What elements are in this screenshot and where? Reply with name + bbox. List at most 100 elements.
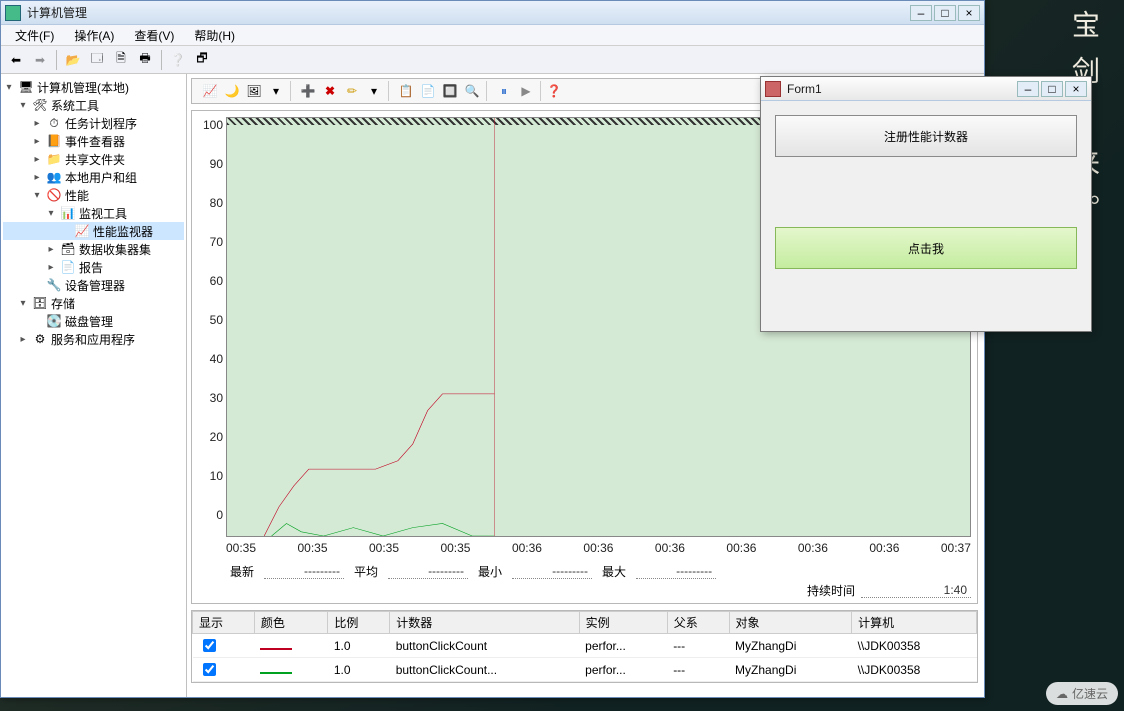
- col-color[interactable]: 颜色: [254, 612, 328, 634]
- menu-action[interactable]: 操作(A): [64, 25, 124, 46]
- expander-icon[interactable]: ▾: [17, 100, 29, 111]
- show-checkbox[interactable]: [203, 639, 216, 652]
- tree-root[interactable]: ▾ 🖥 计算机管理(本地): [3, 78, 184, 96]
- back-button[interactable]: ⬅: [5, 49, 27, 71]
- counter-row[interactable]: 1.0 buttonClickCount perfor... --- MyZha…: [193, 634, 977, 658]
- col-parent[interactable]: 父系: [667, 612, 729, 634]
- max-label: 最大: [598, 563, 630, 580]
- click-me-button[interactable]: 点击我: [775, 227, 1077, 269]
- expander-icon[interactable]: ▾: [17, 298, 29, 309]
- tree-icon: 📁: [46, 151, 62, 167]
- tree-item[interactable]: ▾🛠系统工具: [3, 96, 184, 114]
- computer-icon: 🖥: [18, 79, 34, 95]
- show-hide-tree-button[interactable]: 🗔: [86, 49, 108, 71]
- tree-label: 服务和应用程序: [51, 331, 135, 348]
- tree-item[interactable]: 💽磁盘管理: [3, 312, 184, 330]
- highlight-button[interactable]: ✏: [342, 81, 362, 101]
- tree-label: 性能: [65, 187, 89, 204]
- col-show[interactable]: 显示: [193, 612, 255, 634]
- copy-button[interactable]: 📋: [396, 81, 416, 101]
- x-tick: 00:35: [297, 541, 327, 555]
- expander-icon[interactable]: ▸: [31, 136, 43, 147]
- tree-label: 磁盘管理: [65, 313, 113, 330]
- update-button[interactable]: ▶: [516, 81, 536, 101]
- counter-list[interactable]: 显示 颜色 比例 计数器 实例 父系 对象 计算机 1.0 buttonClic…: [191, 610, 978, 683]
- y-tick: 70: [197, 235, 223, 249]
- tree-item[interactable]: ▸👥本地用户和组: [3, 168, 184, 186]
- main-toolbar: ⬅ ➡ 📂 🗔 🗎 🖶 ❔ 🗗: [1, 46, 984, 74]
- tree-item[interactable]: ▸🗃数据收集器集: [3, 240, 184, 258]
- col-counter[interactable]: 计数器: [390, 612, 579, 634]
- forward-button[interactable]: ➡: [29, 49, 51, 71]
- navigation-tree[interactable]: ▾ 🖥 计算机管理(本地) ▾🛠系统工具▸⏱任务计划程序▸📙事件查看器▸📁共享文…: [1, 74, 187, 697]
- tree-item[interactable]: ▸⚙服务和应用程序: [3, 330, 184, 348]
- form1-maximize-button[interactable]: □: [1041, 81, 1063, 97]
- form1-minimize-button[interactable]: –: [1017, 81, 1039, 97]
- col-object[interactable]: 对象: [729, 612, 852, 634]
- col-instance[interactable]: 实例: [579, 612, 667, 634]
- close-button[interactable]: ×: [958, 5, 980, 21]
- report-view-button[interactable]: 🖼: [244, 81, 264, 101]
- zoom-button[interactable]: 🔍: [462, 81, 482, 101]
- tree-item[interactable]: ▾📊监视工具: [3, 204, 184, 222]
- x-tick: 00:37: [941, 541, 971, 555]
- expander-icon[interactable]: ▸: [31, 118, 43, 129]
- max-value: ---------: [636, 564, 716, 579]
- tree-label: 系统工具: [51, 97, 99, 114]
- histogram-view-button[interactable]: 🌙: [222, 81, 242, 101]
- tree-item[interactable]: 🔧设备管理器: [3, 276, 184, 294]
- export-button[interactable]: 🖶: [134, 49, 156, 71]
- tree-icon: 💽: [46, 313, 62, 329]
- edit-dropdown-button[interactable]: ▾: [364, 81, 384, 101]
- help-button[interactable]: ❔: [167, 49, 189, 71]
- tree-item[interactable]: ▸📁共享文件夹: [3, 150, 184, 168]
- form1-title: Form1: [787, 82, 1015, 96]
- tree-label: 设备管理器: [65, 277, 125, 294]
- separator: [161, 50, 162, 70]
- line-view-button[interactable]: 📈: [200, 81, 220, 101]
- show-checkbox[interactable]: [203, 663, 216, 676]
- min-label: 最小: [474, 563, 506, 580]
- menu-bar: 文件(F) 操作(A) 查看(V) 帮助(H): [1, 25, 984, 46]
- maximize-button[interactable]: □: [934, 5, 956, 21]
- freeze-button[interactable]: ⏸: [494, 81, 514, 101]
- delete-counter-button[interactable]: ✖: [320, 81, 340, 101]
- x-tick: 00:35: [369, 541, 399, 555]
- minimize-button[interactable]: –: [910, 5, 932, 21]
- chart-stats: 最新 --------- 平均 --------- 最小 --------- 最…: [226, 563, 971, 580]
- tree-item[interactable]: ▸⏱任务计划程序: [3, 114, 184, 132]
- properties-button[interactable]: 🗎: [110, 49, 132, 71]
- register-counter-button[interactable]: 注册性能计数器: [775, 115, 1077, 157]
- form1-titlebar[interactable]: Form1 – □ ×: [761, 77, 1091, 101]
- menu-file[interactable]: 文件(F): [5, 25, 64, 46]
- properties-button[interactable]: 🔲: [440, 81, 460, 101]
- form1-close-button[interactable]: ×: [1065, 81, 1087, 97]
- tree-item[interactable]: ▾🗄存储: [3, 294, 184, 312]
- col-scale[interactable]: 比例: [328, 612, 390, 634]
- perfmon-help-button[interactable]: ❓: [544, 81, 564, 101]
- actions-pane-button[interactable]: 🗗: [191, 49, 213, 71]
- menu-view[interactable]: 查看(V): [124, 25, 184, 46]
- col-computer[interactable]: 计算机: [852, 612, 977, 634]
- counter-row[interactable]: 1.0 buttonClickCount... perfor... --- My…: [193, 658, 977, 682]
- expander-icon[interactable]: ▾: [31, 190, 43, 201]
- up-button[interactable]: 📂: [62, 49, 84, 71]
- expander-icon[interactable]: ▸: [45, 262, 57, 273]
- scale-cell: 1.0: [328, 634, 390, 658]
- tree-item[interactable]: ▸📄报告: [3, 258, 184, 276]
- expander-icon[interactable]: ▾: [45, 208, 57, 219]
- add-counter-button[interactable]: ➕: [298, 81, 318, 101]
- x-tick: 00:35: [440, 541, 470, 555]
- expander-icon[interactable]: ▸: [17, 334, 29, 345]
- tree-item[interactable]: 📈性能监视器: [3, 222, 184, 240]
- menu-help[interactable]: 帮助(H): [184, 25, 245, 46]
- expander-icon[interactable]: ▸: [31, 172, 43, 183]
- expander-icon[interactable]: ▸: [31, 154, 43, 165]
- view-dropdown-button[interactable]: ▾: [266, 81, 286, 101]
- tree-item[interactable]: ▾🚫性能: [3, 186, 184, 204]
- titlebar[interactable]: 计算机管理 – □ ×: [1, 1, 984, 25]
- expander-icon[interactable]: ▾: [3, 82, 15, 93]
- paste-button[interactable]: 📄: [418, 81, 438, 101]
- tree-item[interactable]: ▸📙事件查看器: [3, 132, 184, 150]
- expander-icon[interactable]: ▸: [45, 244, 57, 255]
